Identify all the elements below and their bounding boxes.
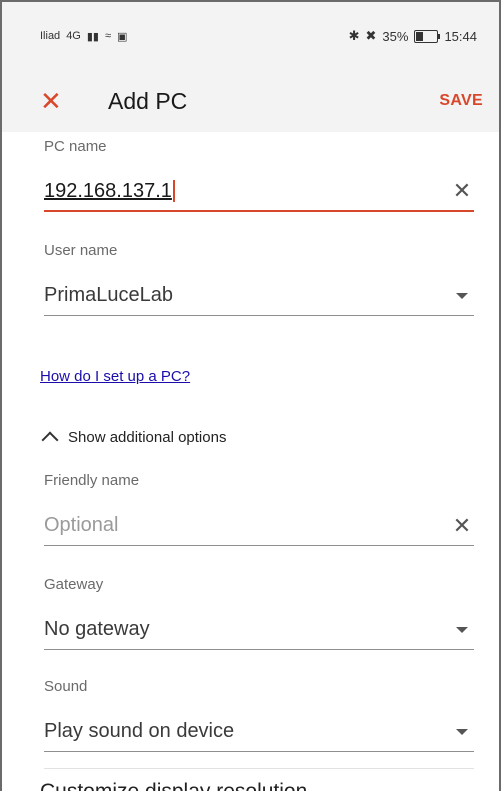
status-right: ✱ ✖ 35% 15:44 xyxy=(349,28,477,44)
text-caret xyxy=(172,180,175,203)
save-button[interactable]: SAVE xyxy=(439,92,483,110)
divider xyxy=(44,768,474,769)
status-left: Iliad 4G ▮▮ ≈ ▣ xyxy=(40,30,127,43)
app-window: Iliad 4G ▮▮ ≈ ▣ ✱ ✖ 35% 15:44 ✕ Add PC S… xyxy=(0,0,501,791)
pc-name-field[interactable]: 192.168.137.1 ✕ xyxy=(44,172,474,212)
user-name-label: User name xyxy=(44,242,118,259)
user-name-value: PrimaLuceLab xyxy=(44,284,173,306)
battery-fill xyxy=(416,31,424,41)
bluetooth-icon: ✱ xyxy=(348,28,360,43)
dropdown-arrow-icon xyxy=(456,626,468,633)
pc-name-text: 192.168.137.1 xyxy=(44,179,172,202)
mute-icon: ✖ xyxy=(365,28,377,43)
friendly-name-label: Friendly name xyxy=(44,472,140,489)
chevron-up-icon xyxy=(41,431,59,449)
wifi-icon: ≈ xyxy=(104,30,112,42)
app-bar: ✕ Add PC SAVE xyxy=(2,70,499,132)
user-name-select[interactable]: PrimaLuceLab xyxy=(44,276,474,316)
sound-value: Play sound on device xyxy=(44,720,235,742)
gateway-value: No gateway xyxy=(44,618,150,640)
additional-options-toggle[interactable]: Show additional options xyxy=(41,428,227,449)
network-label: 4G xyxy=(66,30,81,42)
form-content: PC name 192.168.137.1 ✕ User name PrimaL… xyxy=(2,132,499,791)
dropdown-arrow-icon xyxy=(456,728,468,735)
battery-icon xyxy=(414,29,441,43)
carrier-label: Iliad xyxy=(40,30,61,42)
status-bar: Iliad 4G ▮▮ ≈ ▣ ✱ ✖ 35% 15:44 xyxy=(2,2,499,70)
battery-percent: 35% xyxy=(382,28,409,44)
gateway-select[interactable]: No gateway xyxy=(44,610,474,650)
setup-help-link[interactable]: How do I set up a PC? xyxy=(40,368,190,385)
sound-select[interactable]: Play sound on device xyxy=(44,712,474,752)
pc-name-label: PC name xyxy=(44,138,107,155)
signal-icon: ▮▮ xyxy=(86,30,99,43)
clear-icon[interactable]: ✕ xyxy=(450,178,474,204)
friendly-name-field[interactable]: Optional ✕ xyxy=(44,506,474,546)
sound-label: Sound xyxy=(44,678,88,695)
clock: 15:44 xyxy=(444,28,477,44)
gateway-label: Gateway xyxy=(44,576,104,593)
close-icon[interactable]: ✕ xyxy=(40,86,70,117)
friendly-name-placeholder: Optional xyxy=(44,514,119,536)
dropdown-arrow-icon xyxy=(456,292,468,299)
nfc-icon: ▣ xyxy=(117,30,128,43)
clear-icon[interactable]: ✕ xyxy=(450,513,474,539)
pc-name-value: 192.168.137.1 xyxy=(44,180,450,203)
toggle-label: Show additional options xyxy=(68,428,227,446)
page-title: Add PC xyxy=(108,87,188,114)
display-resolution-section[interactable]: Customize display resolution xyxy=(40,780,307,791)
